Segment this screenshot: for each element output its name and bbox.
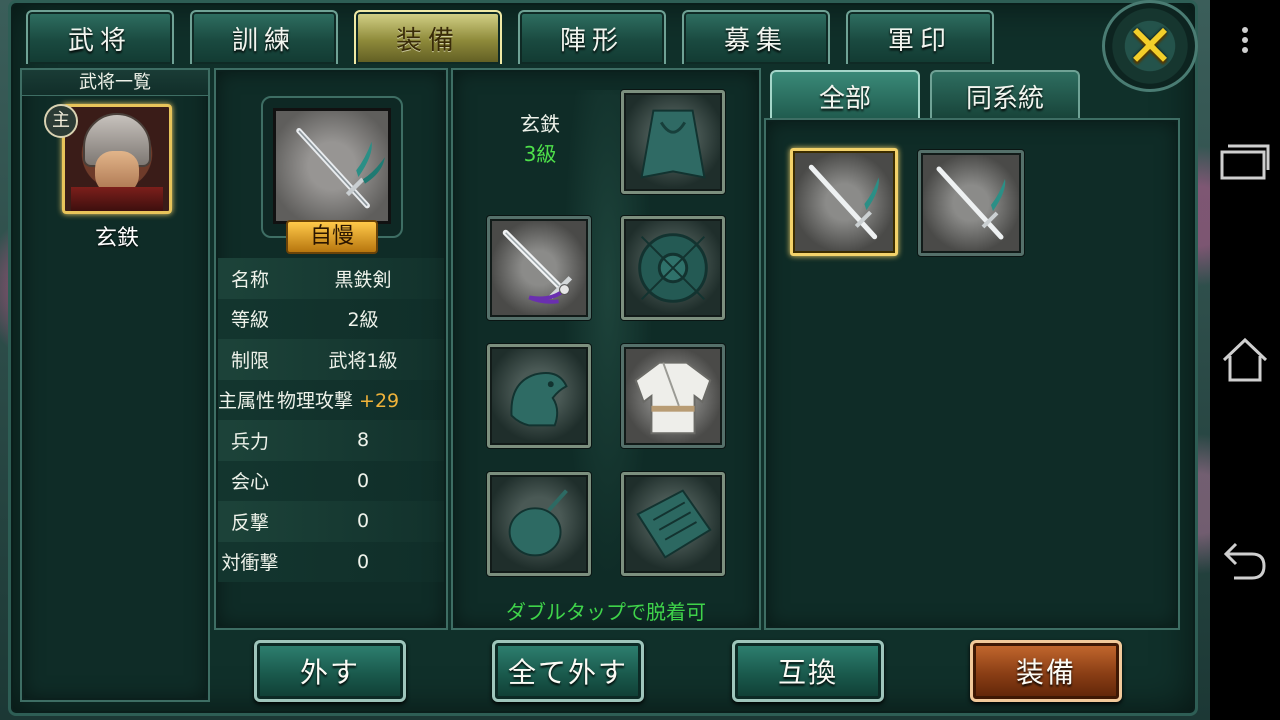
tab-generals[interactable]: 武将 bbox=[26, 10, 174, 64]
inventory-tab-same-type[interactable]: 同系統 bbox=[930, 70, 1080, 120]
stat-value: 武将1級 bbox=[328, 349, 398, 372]
scroll-icon bbox=[636, 489, 712, 559]
tab-training[interactable]: 訓練 bbox=[190, 10, 338, 64]
hero-list-title: 武将一覧 bbox=[22, 70, 208, 96]
inventory-item[interactable] bbox=[918, 150, 1024, 256]
stat-value: 0 bbox=[356, 510, 370, 533]
recent-apps-icon[interactable] bbox=[1210, 140, 1280, 180]
stat-key: 名称 bbox=[230, 268, 269, 291]
stat-row: 等級 2級 bbox=[218, 298, 444, 339]
rarity-badge: 自慢 bbox=[286, 220, 378, 254]
close-button[interactable]: ✕ bbox=[1102, 0, 1198, 92]
home-icon[interactable] bbox=[1210, 336, 1280, 382]
hero-portrait[interactable] bbox=[62, 104, 172, 214]
tab-formation[interactable]: 陣形 bbox=[518, 10, 666, 64]
stat-row: 制限 武将1級 bbox=[218, 339, 444, 380]
item-info-panel: 自慢 名称 黒鉄剣 等級 2級 制限 武将1級 主属性 物理攻撃 +29 兵力 8… bbox=[214, 68, 448, 630]
sword-icon bbox=[936, 166, 1006, 240]
shield-slot[interactable] bbox=[621, 216, 725, 320]
stat-value: 物理攻撃 +29 bbox=[275, 386, 444, 413]
tab-equipment[interactable]: 装備 bbox=[354, 10, 502, 64]
back-icon[interactable] bbox=[1210, 538, 1280, 582]
sword-icon bbox=[273, 108, 391, 224]
stat-value: 8 bbox=[356, 429, 370, 452]
stat-key: 反撃 bbox=[230, 511, 269, 534]
sword-icon bbox=[502, 229, 573, 304]
main-hero-badge: 主 bbox=[44, 104, 78, 138]
sword-icon bbox=[808, 164, 879, 240]
swap-button[interactable]: 互換 bbox=[732, 640, 884, 702]
tab-recruit[interactable]: 募集 bbox=[682, 10, 830, 64]
amulet-icon bbox=[508, 489, 568, 557]
shield-icon bbox=[638, 233, 708, 303]
stat-row: 名称 黒鉄剣 bbox=[218, 258, 444, 299]
stat-key: 等級 bbox=[230, 309, 269, 332]
horse-icon bbox=[510, 371, 568, 427]
stat-key: 対衝撃 bbox=[221, 552, 279, 575]
close-x-icon: ✕ bbox=[1125, 12, 1175, 80]
attribute-bonus: +29 bbox=[359, 390, 400, 413]
inventory-panel bbox=[764, 118, 1180, 630]
main-tabbar: 武将 訓練 装備 陣形 募集 軍印 bbox=[26, 10, 994, 64]
stat-value: 2級 bbox=[347, 309, 379, 332]
stat-row: 反撃 0 bbox=[218, 501, 444, 542]
menu-dots-icon[interactable] bbox=[1210, 26, 1280, 54]
cape-icon bbox=[640, 109, 706, 179]
weapon-slot[interactable] bbox=[487, 216, 591, 320]
equipped-hero-level: 3級 bbox=[523, 142, 557, 166]
stat-value: 0 bbox=[356, 469, 370, 492]
equipment-slots-panel: 玄鉄 3級 ダブルタップで脱着可 bbox=[451, 68, 761, 630]
stat-value: 0 bbox=[356, 550, 370, 573]
robe-icon bbox=[634, 361, 712, 435]
stat-key: 兵力 bbox=[230, 430, 269, 453]
stat-row: 対衝撃 0 bbox=[218, 541, 444, 582]
android-navigation-bar bbox=[1210, 0, 1280, 720]
main-attribute-name: 物理攻撃 bbox=[277, 390, 354, 413]
item-stats: 名称 黒鉄剣 等級 2級 制限 武将1級 主属性 物理攻撃 +29 兵力 8 会心… bbox=[218, 258, 444, 582]
hero-list-panel: 武将一覧 主 玄鉄 bbox=[20, 68, 210, 702]
stat-key: 制限 bbox=[230, 349, 269, 372]
inventory-tab-all[interactable]: 全部 bbox=[770, 70, 920, 120]
robe-slot[interactable] bbox=[621, 344, 725, 448]
book-slot[interactable] bbox=[621, 472, 725, 576]
stat-row-main-attribute: 主属性 物理攻撃 +29 bbox=[218, 379, 444, 420]
inventory-item[interactable] bbox=[790, 148, 898, 256]
equipped-hero-name: 玄鉄 bbox=[520, 112, 560, 136]
armor-slot[interactable] bbox=[621, 90, 725, 194]
hero-name: 玄鉄 bbox=[94, 226, 139, 251]
unequip-button[interactable]: 外す bbox=[254, 640, 406, 702]
equip-button[interactable]: 装備 bbox=[970, 640, 1122, 702]
stat-row: 会心 0 bbox=[218, 460, 444, 501]
tab-seal[interactable]: 軍印 bbox=[846, 10, 994, 64]
armor-graphic bbox=[71, 187, 163, 211]
stat-row: 兵力 8 bbox=[218, 420, 444, 461]
mount-slot[interactable] bbox=[487, 344, 591, 448]
stat-key: 会心 bbox=[230, 471, 269, 494]
stat-key: 主属性 bbox=[218, 390, 276, 413]
double-tap-hint: ダブルタップで脱着可 bbox=[506, 600, 706, 624]
stat-value: 黒鉄剣 bbox=[334, 268, 392, 291]
accessory-slot[interactable] bbox=[487, 472, 591, 576]
unequip-all-button[interactable]: 全て外す bbox=[492, 640, 644, 702]
